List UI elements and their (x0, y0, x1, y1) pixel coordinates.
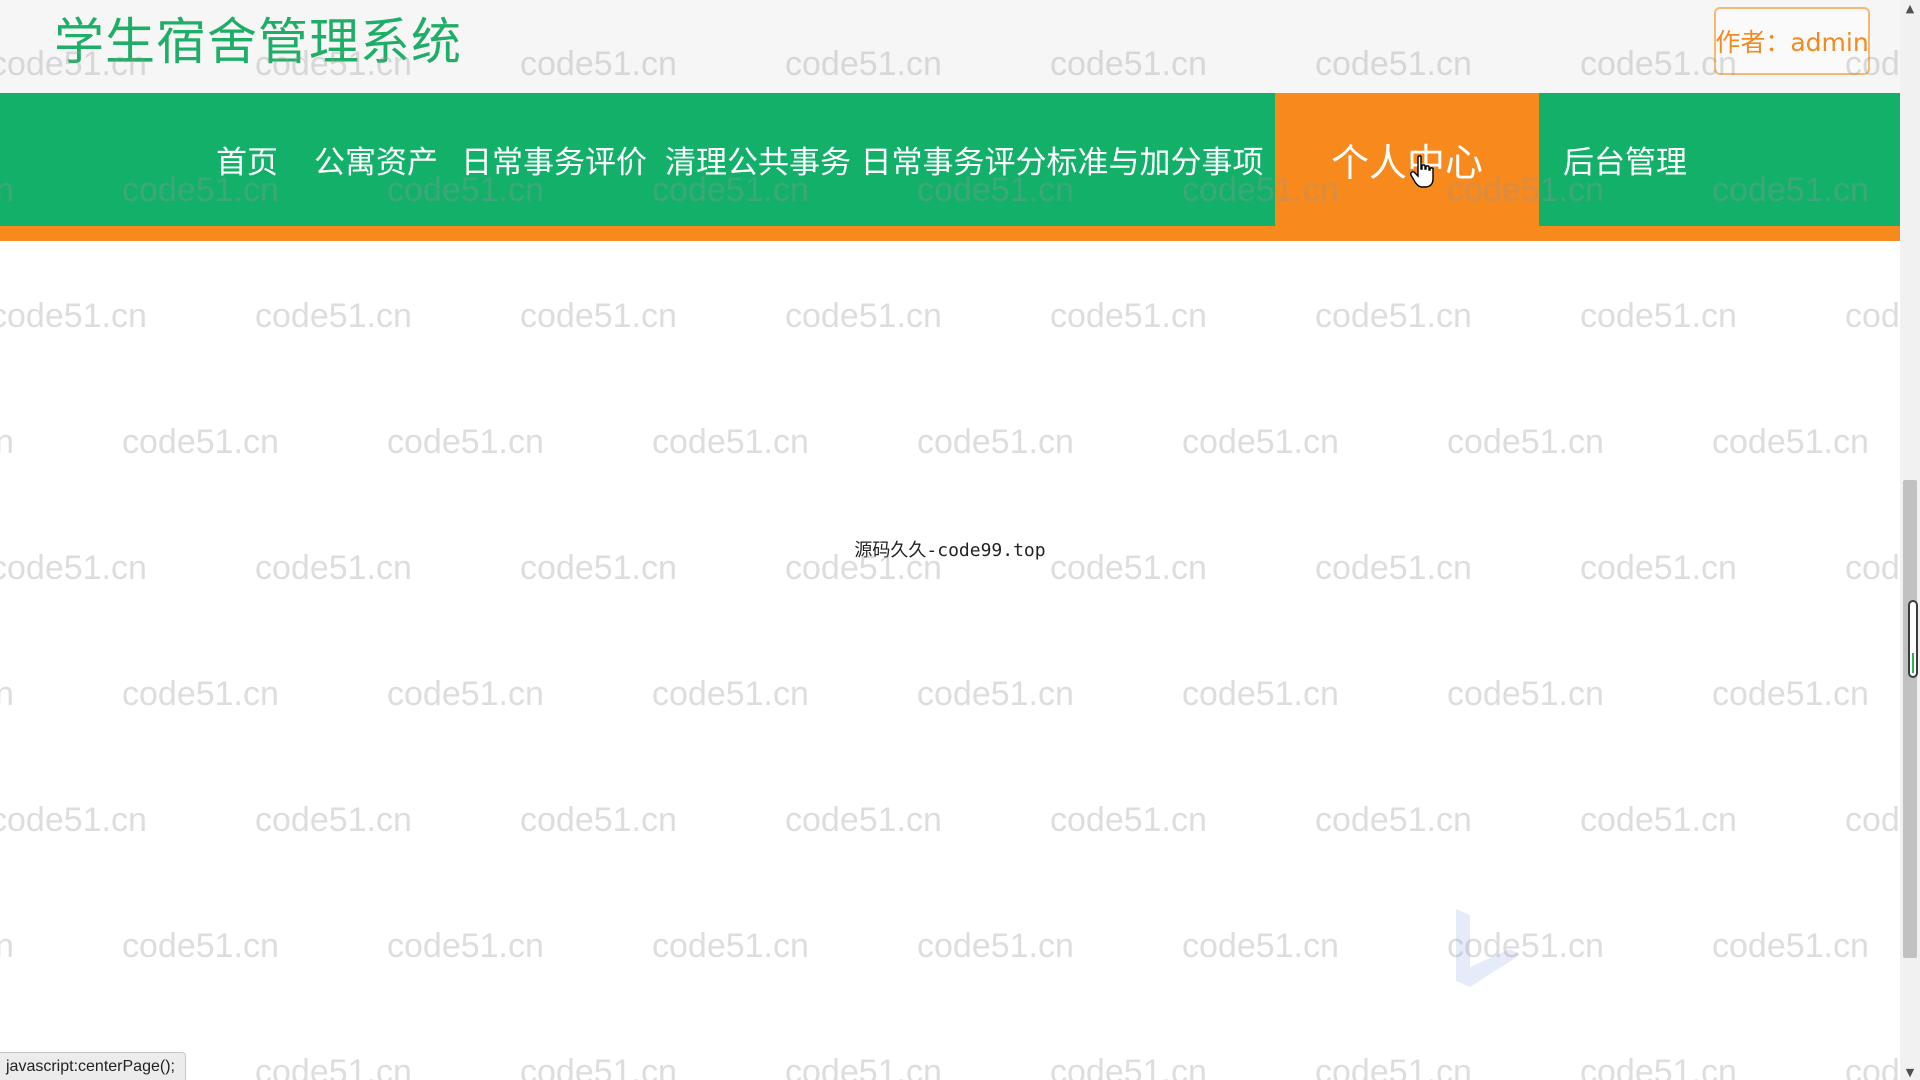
browser-viewport: 学生宿舍管理系统 作者：admin 首页 公寓资产 日常事务评价 清理公共事务 … (0, 0, 1900, 1080)
side-widget-handle[interactable] (1908, 600, 1918, 678)
nav-item-personal-center[interactable]: 个人中心 (1275, 93, 1539, 226)
center-text: 源码久久-code99.top (854, 540, 1046, 561)
status-bar: javascript:centerPage(); (0, 1052, 186, 1080)
site-title: 学生宿舍管理系统 (54, 13, 462, 71)
page-scrollbar[interactable]: ▲ ▼ (1900, 0, 1920, 1080)
scroll-thumb[interactable] (1903, 480, 1917, 958)
nav-accent-bar (0, 226, 1900, 241)
page: 学生宿舍管理系统 作者：admin 首页 公寓资产 日常事务评价 清理公共事务 … (0, 0, 1920, 1080)
arrow-down-icon[interactable]: ▼ (1900, 1064, 1920, 1080)
nav-item-backend-management[interactable]: 后台管理 (1556, 93, 1694, 226)
nav-item-clean-public-affairs[interactable]: 清理公共事务 (665, 93, 851, 226)
hand-pointer-icon (1410, 155, 1434, 188)
nav-item-home[interactable]: 首页 (206, 93, 288, 226)
faint-logo-icon (1456, 909, 1520, 987)
site-header: 学生宿舍管理系统 作者：admin (0, 0, 1900, 93)
nav-item-daily-affairs-evaluation[interactable]: 日常事务评价 (461, 93, 647, 226)
nav-item-scoring-standards[interactable]: 日常事务评分标准与加分事项 (861, 93, 1264, 226)
arrow-up-icon[interactable]: ▲ (1900, 0, 1920, 16)
author-badge[interactable]: 作者：admin (1714, 7, 1870, 75)
main-nav: 首页 公寓资产 日常事务评价 清理公共事务 日常事务评分标准与加分事项 个人中心… (0, 93, 1900, 226)
nav-item-apartment-assets[interactable]: 公寓资产 (310, 93, 442, 226)
